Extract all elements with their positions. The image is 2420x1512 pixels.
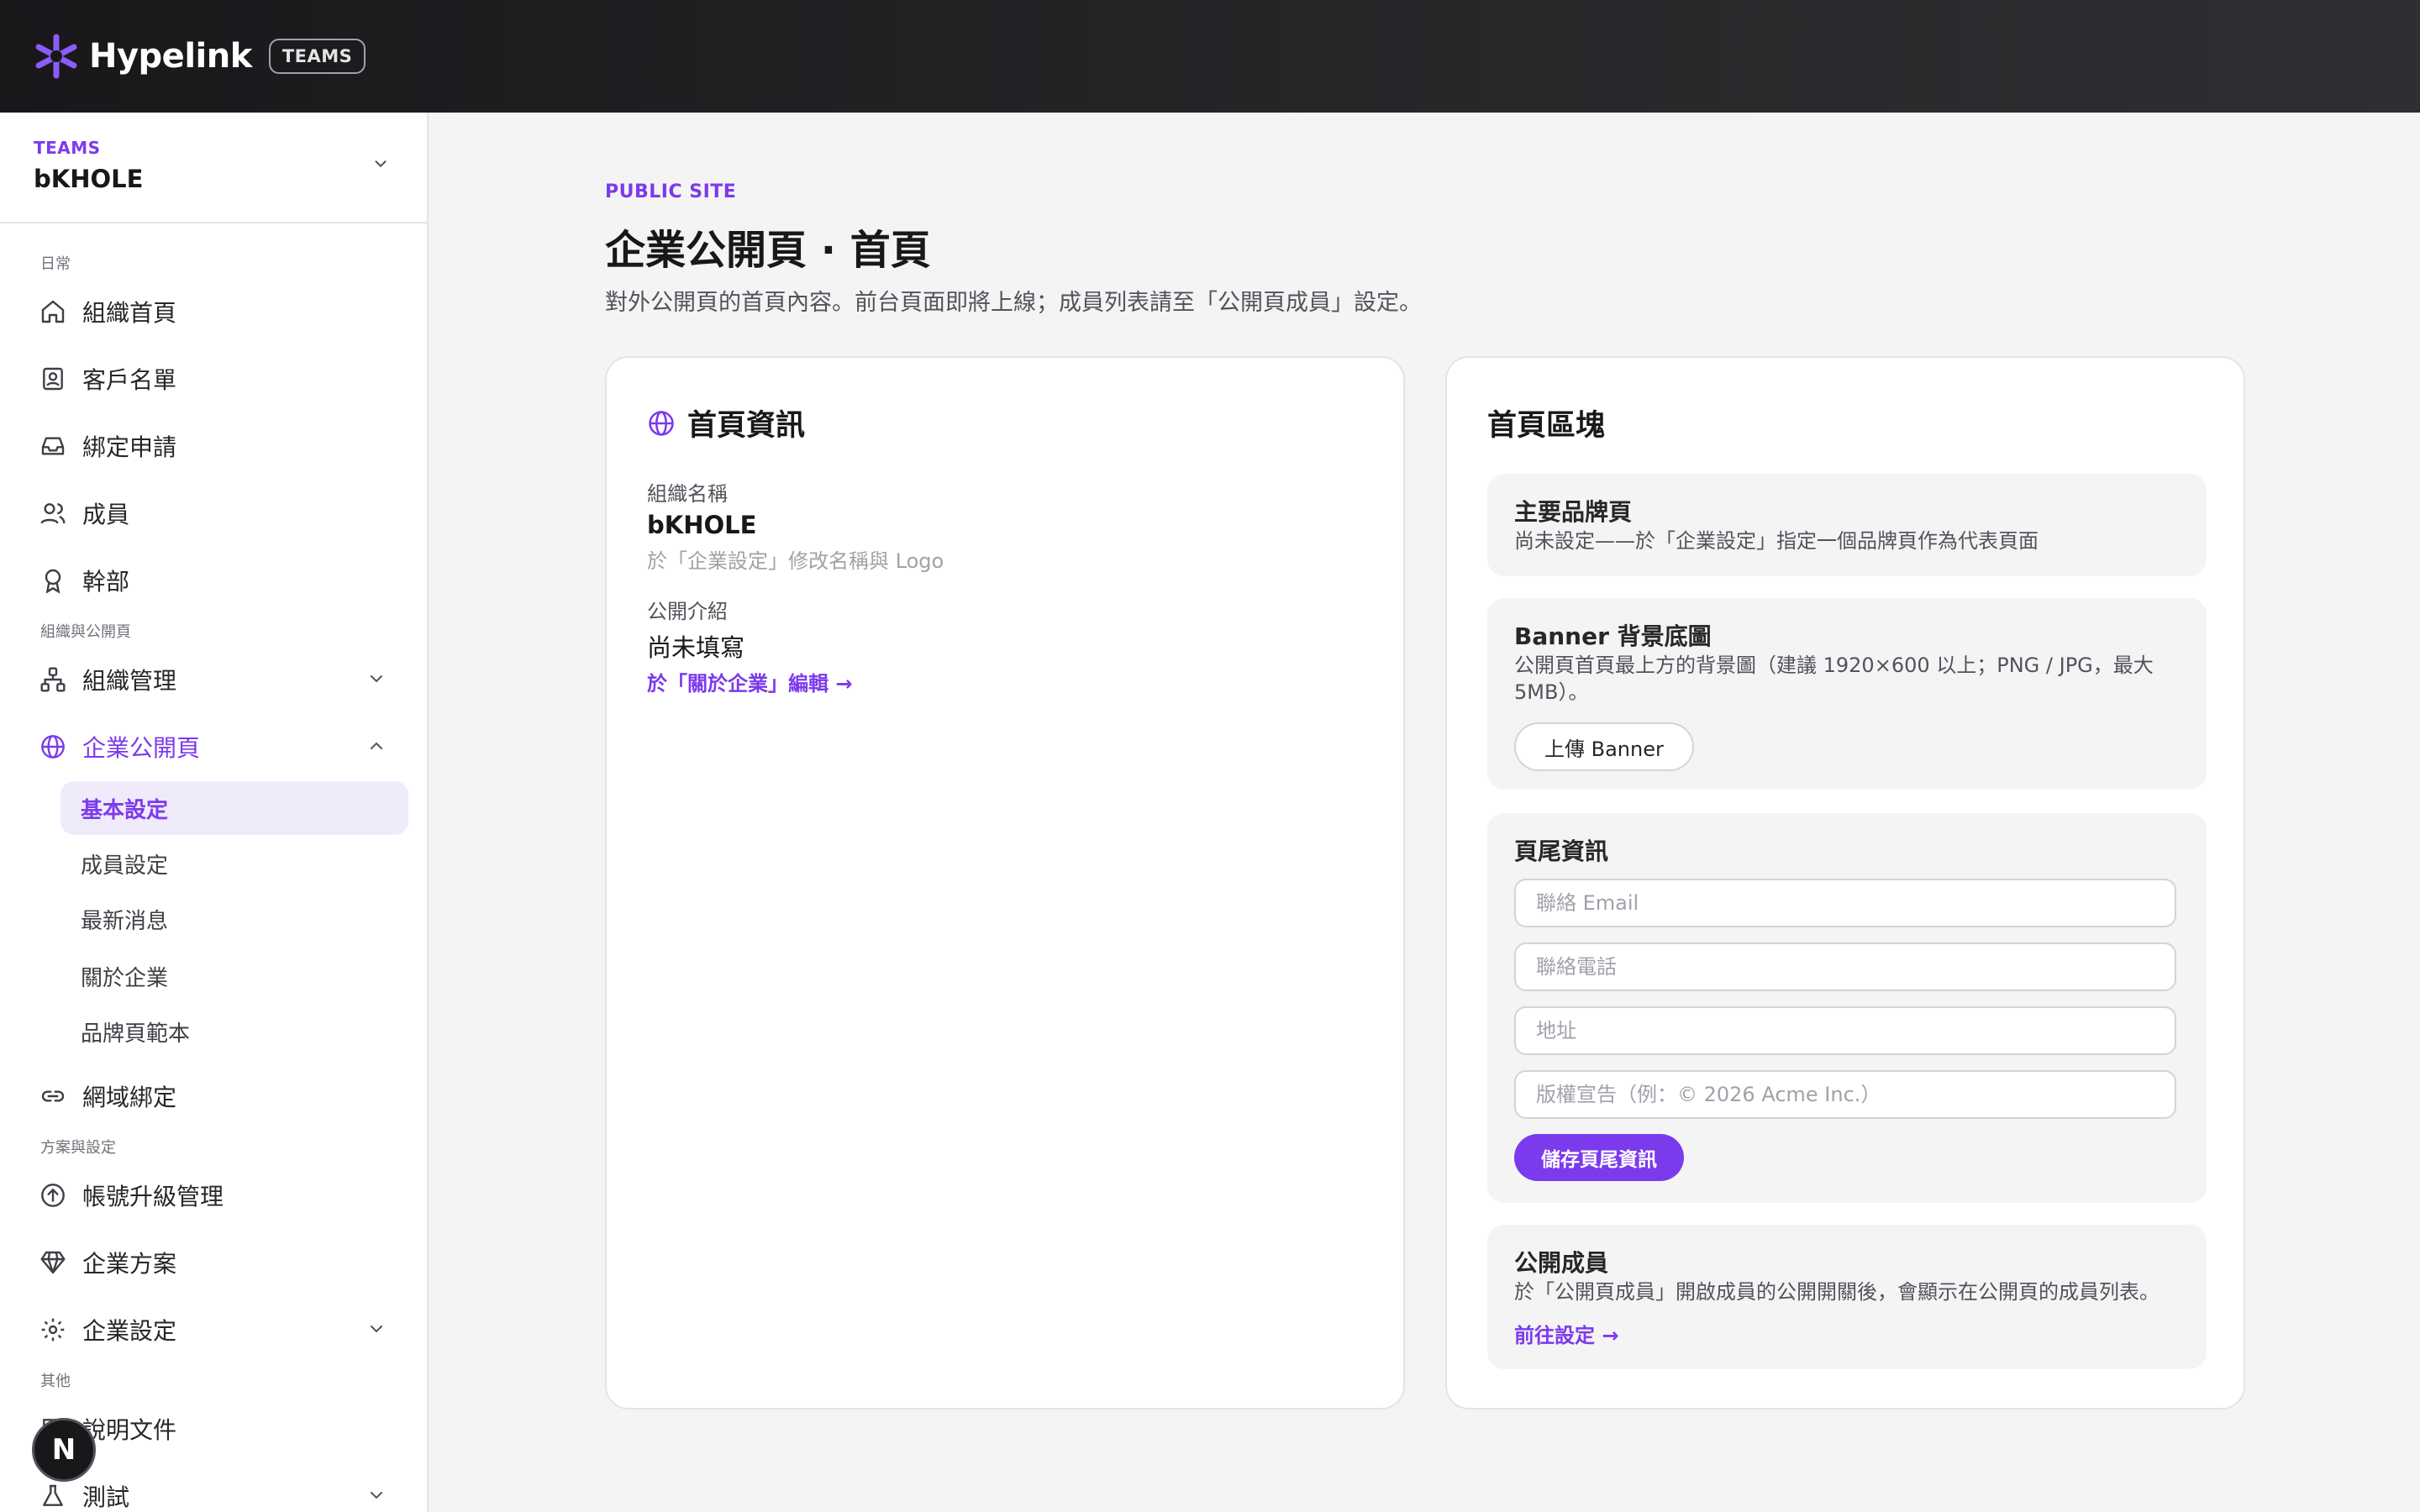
sub-item-member-settings[interactable]: 成員設定 — [60, 837, 408, 890]
sidebar-item-org-manage[interactable]: 組織管理 — [37, 654, 407, 706]
hypelink-logo-icon[interactable] — [32, 32, 81, 81]
upload-banner-button[interactable]: 上傳 Banner — [1514, 722, 1694, 771]
sidebar-item-domain[interactable]: 網域綁定 — [37, 1070, 407, 1122]
team-switcher-label: TEAMS — [34, 138, 101, 158]
award-icon — [37, 564, 69, 596]
homepage-blocks-card: 首頁區塊 主要品牌頁 尚未設定——於「企業設定」指定一個品牌頁作為代表頁面 Ba… — [1445, 356, 2245, 1410]
public-members-block: 公開成員 於「公開頁成員」開啟成員的公開開關後，會顯示在公開頁的成員列表。 前往… — [1487, 1225, 2207, 1369]
sidebar-item-members[interactable]: 成員 — [37, 487, 407, 539]
org-name-value: bKHOLE — [647, 511, 757, 539]
chevron-up-icon — [366, 734, 387, 762]
brand-block-text: 尚未設定——於「企業設定」指定一個品牌頁作為代表頁面 — [1514, 529, 2039, 553]
teams-badge: TEAMS — [268, 39, 366, 74]
globe-icon — [647, 409, 676, 438]
page-eyebrow: PUBLIC SITE — [605, 181, 737, 202]
footer-block-title: 頁尾資訊 — [1514, 837, 1609, 865]
section-label-other: 其他 — [40, 1373, 71, 1390]
contact-email-input[interactable] — [1514, 879, 2176, 927]
section-label-org: 組織與公開頁 — [40, 623, 131, 641]
sub-item-about[interactable]: 關於企業 — [60, 949, 408, 1003]
intro-value: 尚未填寫 — [647, 633, 745, 662]
sidebar-item-binding[interactable]: 綁定申請 — [37, 420, 407, 472]
address-input[interactable] — [1514, 1006, 2176, 1055]
chevron-down-icon — [366, 667, 387, 695]
section-label-daily: 日常 — [40, 255, 71, 273]
copyright-input[interactable] — [1514, 1070, 2176, 1119]
chevron-down-icon — [366, 1483, 387, 1511]
sub-item-basic-settings[interactable]: 基本設定 — [60, 781, 408, 835]
contact-card-icon — [37, 363, 69, 395]
sidebar-item-customers[interactable]: 客戶名單 — [37, 353, 407, 405]
sidebar-item-label: 綁定申請 — [82, 433, 177, 461]
page-title: 企業公開頁 · 首頁 — [605, 227, 931, 274]
banner-block: Banner 背景底圖 公開頁首頁最上方的背景圖（建議 1920×600 以上；… — [1487, 598, 2207, 790]
team-switcher[interactable]: TEAMS bKHOLE — [0, 113, 427, 223]
globe-icon — [37, 731, 69, 763]
arrow-up-circle-icon — [37, 1179, 69, 1211]
save-footer-button[interactable]: 儲存頁尾資訊 — [1514, 1134, 1684, 1181]
link-icon — [37, 1080, 69, 1112]
brand-page-block: 主要品牌頁 尚未設定——於「企業設定」指定一個品牌頁作為代表頁面 — [1487, 474, 2207, 576]
org-chart-icon — [37, 664, 69, 696]
chevron-down-icon — [366, 1317, 387, 1345]
sidebar-item-settings[interactable]: 企業設定 — [37, 1304, 407, 1356]
banner-block-title: Banner 背景底圖 — [1514, 622, 1712, 650]
sidebar-item-label: 成員 — [82, 501, 130, 528]
sidebar-item-label: 說明文件 — [82, 1416, 177, 1444]
org-name-hint: 於「企業設定」修改名稱與 Logo — [647, 549, 944, 573]
sidebar-item-label: 組織管理 — [82, 667, 177, 695]
avatar[interactable]: N — [32, 1418, 96, 1482]
sidebar-item-label: 幹部 — [82, 568, 130, 596]
team-name: bKHOLE — [34, 165, 144, 193]
users-icon — [37, 497, 69, 529]
banner-block-text: 公開頁首頁最上方的背景圖（建議 1920×600 以上；PNG / JPG，最大… — [1514, 654, 2154, 704]
contact-phone-input[interactable] — [1514, 942, 2176, 991]
homepage-info-card: 首頁資訊 組織名稱 bKHOLE 於「企業設定」修改名稱與 Logo 公開介紹 … — [605, 356, 1405, 1410]
section-label-plan: 方案與設定 — [40, 1139, 116, 1157]
sidebar-item-label: 測試 — [82, 1483, 130, 1511]
sidebar-item-label: 企業公開頁 — [82, 734, 201, 762]
sidebar-item-public-page[interactable]: 企業公開頁 — [37, 721, 407, 773]
sidebar-item-label: 帳號升級管理 — [82, 1183, 224, 1210]
sidebar-item-org-home[interactable]: 組織首頁 — [37, 286, 407, 338]
brand-block-title: 主要品牌頁 — [1514, 498, 1633, 526]
top-bar: Hypelink TEAMS — [0, 0, 2420, 113]
public-members-title: 公開成員 — [1514, 1249, 1609, 1277]
sidebar-item-label: 企業方案 — [82, 1250, 177, 1278]
sidebar: TEAMS bKHOLE 日常 組織首頁 客戶名單 綁定申請 成員 幹部 組織與… — [0, 113, 429, 1512]
app-name[interactable]: Hypelink — [89, 37, 252, 76]
gear-icon — [37, 1314, 69, 1346]
sidebar-item-label: 組織首頁 — [82, 299, 177, 327]
chevron-down-icon — [371, 155, 390, 176]
inbox-icon — [37, 430, 69, 462]
page-description: 對外公開頁的首頁內容。前台頁面即將上線；成員列表請至「公開頁成員」設定。 — [605, 290, 1422, 316]
sidebar-item-plan[interactable]: 企業方案 — [37, 1236, 407, 1289]
sidebar-item-label: 網域綁定 — [82, 1084, 177, 1111]
sidebar-item-upgrade[interactable]: 帳號升級管理 — [37, 1169, 407, 1221]
card-title-text: 首頁資訊 — [687, 409, 806, 443]
intro-label: 公開介紹 — [647, 600, 728, 623]
sidebar-item-officers[interactable]: 幹部 — [37, 554, 407, 606]
edit-about-link[interactable]: 於「關於企業」編輯 → — [647, 667, 852, 696]
sidebar-item-test[interactable]: 測試 — [37, 1470, 407, 1512]
card-title: 首頁資訊 — [647, 402, 805, 444]
sidebar-item-label: 企業設定 — [82, 1317, 177, 1345]
footer-info-block: 頁尾資訊 儲存頁尾資訊 — [1487, 813, 2207, 1203]
public-members-text: 於「公開頁成員」開啟成員的公開開關後，會顯示在公開頁的成員列表。 — [1514, 1280, 2160, 1304]
sub-item-news[interactable]: 最新消息 — [60, 892, 408, 946]
card-title: 首頁區塊 — [1487, 409, 1606, 443]
home-icon — [37, 296, 69, 328]
org-name-label: 組織名稱 — [647, 482, 728, 506]
go-settings-link[interactable]: 前往設定 → — [1514, 1319, 1618, 1348]
flask-icon — [37, 1480, 69, 1512]
gem-icon — [37, 1247, 69, 1278]
sidebar-item-label: 客戶名單 — [82, 366, 177, 394]
sub-item-brand-template[interactable]: 品牌頁範本 — [60, 1005, 408, 1058]
